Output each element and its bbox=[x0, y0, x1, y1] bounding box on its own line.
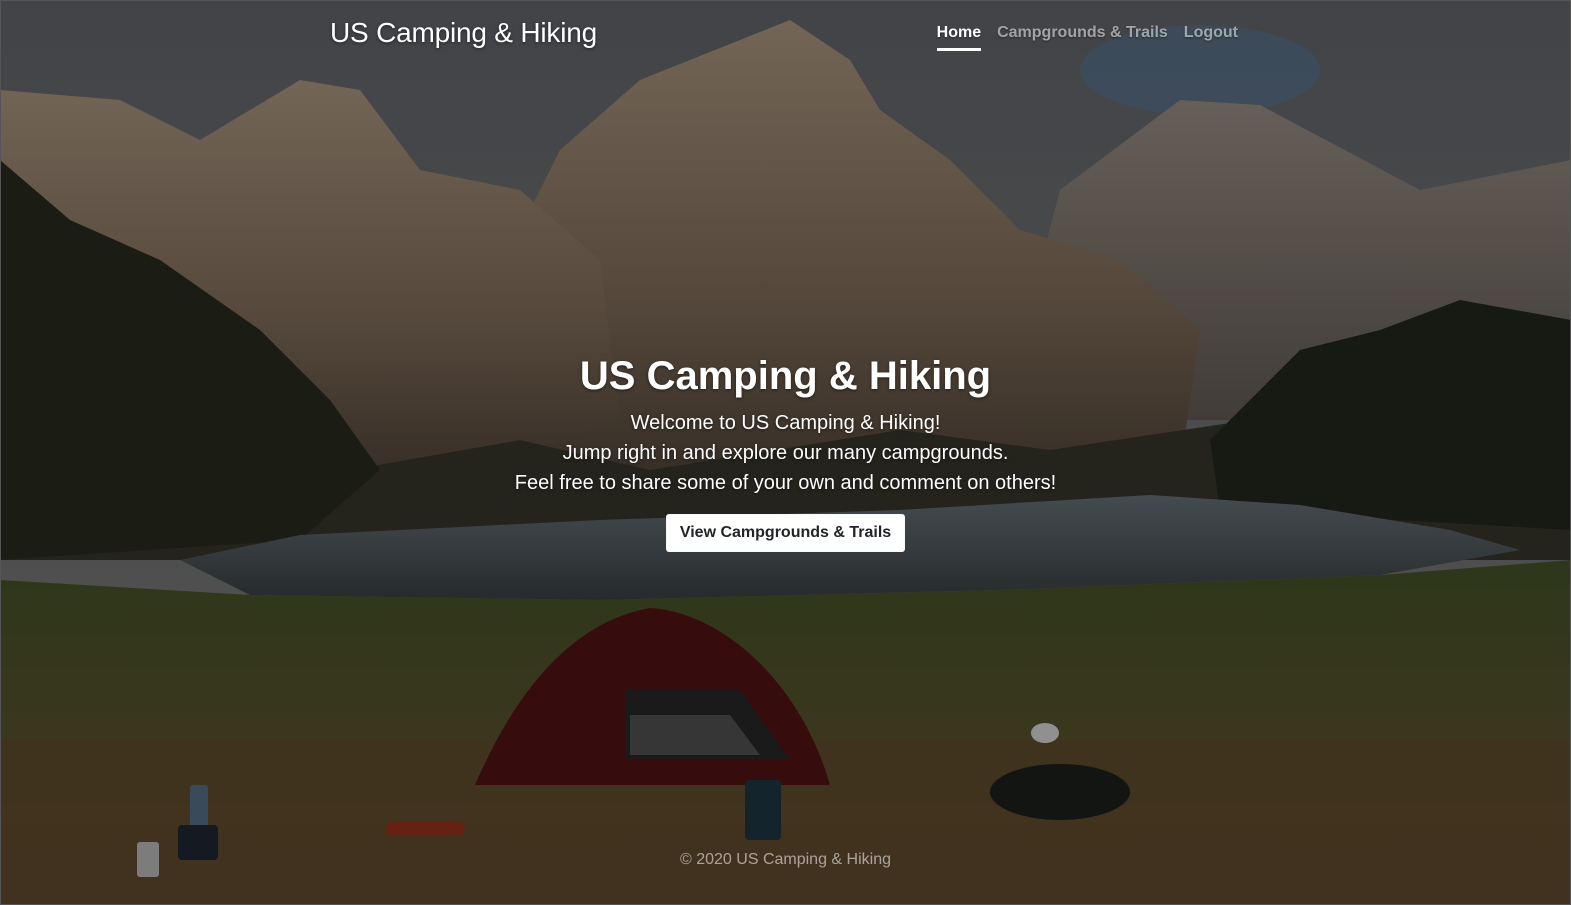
navbar: US Camping & Hiking Home Campgrounds & T… bbox=[0, 0, 1571, 70]
hero-line-share: Feel free to share some of your own and … bbox=[514, 472, 1057, 494]
hero-lead: Welcome to US Camping & Hiking! Jump rig… bbox=[0, 408, 1571, 498]
view-campgrounds-button[interactable]: View Campgrounds & Trails bbox=[665, 514, 906, 552]
footer-copyright: © 2020 US Camping & Hiking bbox=[680, 851, 891, 868]
nav-link-campgrounds-trails[interactable]: Campgrounds & Trails bbox=[997, 24, 1168, 51]
nav-link-logout[interactable]: Logout bbox=[1184, 24, 1238, 51]
hero-line-welcome: Welcome to US Camping & Hiking! bbox=[630, 412, 941, 434]
nav-link-home[interactable]: Home bbox=[936, 24, 982, 51]
hero: US Camping & Hiking Welcome to US Campin… bbox=[0, 350, 1571, 552]
hero-title: US Camping & Hiking bbox=[579, 354, 992, 398]
brand-logo[interactable]: US Camping & Hiking bbox=[330, 17, 597, 49]
nav-links: Home Campgrounds & Trails Logout bbox=[936, 24, 1238, 51]
page: US Camping & Hiking Home Campgrounds & T… bbox=[0, 0, 1571, 905]
footer: © 2020 US Camping & Hiking bbox=[0, 851, 1571, 869]
hero-line-explore: Jump right in and explore our many campg… bbox=[562, 442, 1009, 464]
